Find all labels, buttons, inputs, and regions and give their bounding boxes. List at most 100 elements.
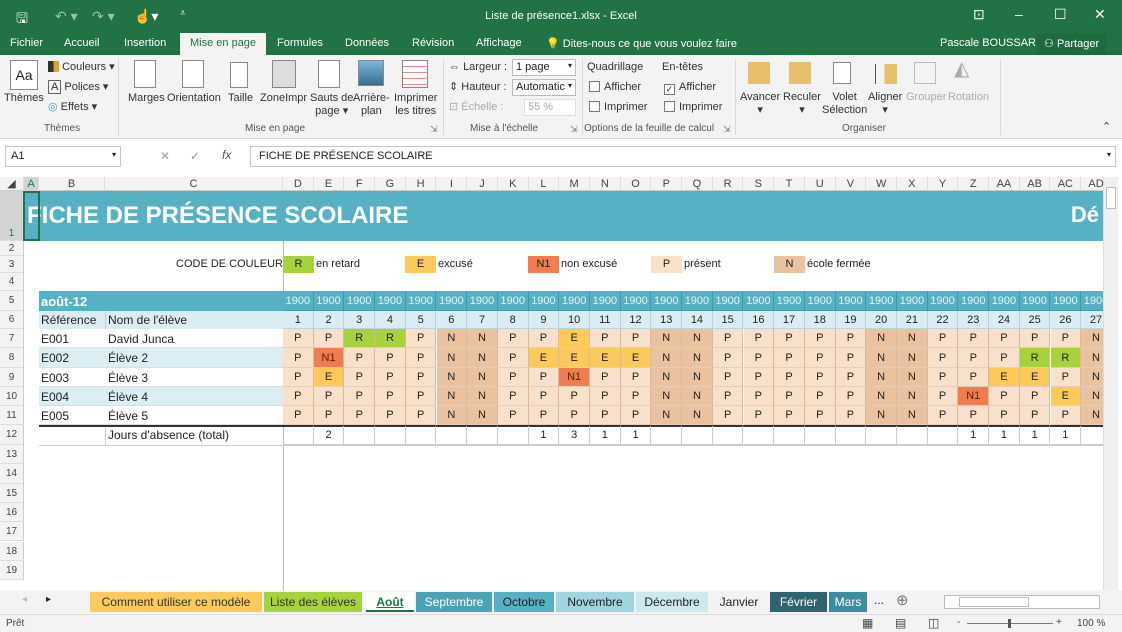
column-header-Y[interactable]: Y — [928, 177, 959, 191]
zoom-slider-thumb[interactable] — [1008, 619, 1011, 628]
page-break-preview-icon[interactable]: ◫ — [928, 616, 939, 630]
attendance-cell[interactable]: P — [620, 329, 652, 348]
attendance-cell[interactable]: N — [467, 387, 498, 406]
attendance-cell[interactable]: P — [927, 348, 959, 368]
selection-pane-button[interactable]: Volet Sélection — [822, 91, 867, 117]
column-header-U[interactable]: U — [805, 177, 836, 191]
attendance-cell[interactable]: P — [620, 387, 652, 406]
column-header-L[interactable]: L — [529, 177, 560, 191]
attendance-cell[interactable]: N — [651, 368, 683, 387]
column-header-A[interactable]: A — [24, 177, 39, 191]
orientation-button[interactable]: Orientation — [167, 92, 221, 105]
column-header-C[interactable]: C — [105, 177, 283, 191]
attendance-cell[interactable]: P — [835, 387, 867, 406]
attendance-cell[interactable]: P — [743, 387, 775, 406]
attendance-cell[interactable]: P — [804, 368, 836, 387]
normal-view-icon[interactable]: ▦ — [862, 616, 873, 630]
attendance-cell[interactable]: N — [682, 348, 713, 368]
attendance-cell[interactable]: P — [405, 329, 437, 348]
cancel-icon[interactable]: ✕ — [160, 149, 170, 163]
group-button[interactable]: Grouper — [906, 91, 946, 104]
row-header-4[interactable]: 4 — [0, 273, 24, 291]
column-header-AB[interactable]: AB — [1020, 177, 1051, 191]
attendance-cell[interactable]: P — [528, 368, 560, 387]
row-header-8[interactable]: 8 — [0, 348, 24, 368]
attendance-cell[interactable]: P — [1019, 406, 1051, 425]
column-header-Q[interactable]: Q — [682, 177, 713, 191]
column-header-AA[interactable]: AA — [989, 177, 1020, 191]
attendance-cell[interactable]: P — [989, 387, 1020, 406]
attendance-cell[interactable]: E — [1050, 387, 1082, 406]
attendance-cell[interactable]: P — [283, 329, 314, 348]
column-header-D[interactable]: D — [283, 177, 314, 191]
column-header-J[interactable]: J — [467, 177, 498, 191]
column-header-F[interactable]: F — [344, 177, 376, 191]
row-header-2[interactable]: 2 — [0, 241, 24, 256]
sheet-tab-4[interactable]: Septembre — [416, 592, 492, 612]
attendance-cell[interactable]: P — [497, 348, 529, 368]
attendance-cell[interactable]: P — [927, 368, 959, 387]
attendance-cell[interactable]: E — [313, 368, 345, 387]
row-header-12[interactable]: 12 — [0, 425, 24, 445]
colors-button[interactable]: Couleurs ▾ — [48, 61, 115, 74]
attendance-cell[interactable]: P — [283, 406, 314, 425]
attendance-cell[interactable]: P — [405, 406, 437, 425]
bring-forward-button[interactable]: Avancer ▾ — [740, 91, 780, 117]
attendance-cell[interactable]: N — [1081, 348, 1103, 368]
column-header-Z[interactable]: Z — [958, 177, 990, 191]
send-backward-button[interactable]: Reculer ▾ — [783, 91, 821, 117]
print-area-button[interactable]: ZoneImpr — [260, 92, 307, 105]
attendance-cell[interactable]: P — [559, 406, 590, 425]
attendance-cell[interactable]: P — [283, 387, 314, 406]
tell-me-search[interactable]: 💡 Dites-nous ce que vous voulez faire — [546, 37, 737, 50]
attendance-cell[interactable]: N1 — [313, 348, 345, 368]
attendance-cell[interactable]: P — [590, 387, 621, 406]
attendance-cell[interactable]: P — [927, 406, 959, 425]
attendance-cell[interactable]: P — [774, 348, 805, 368]
attendance-cell[interactable]: P — [958, 406, 990, 425]
attendance-cell[interactable]: P — [1050, 406, 1082, 425]
tab-révision[interactable]: Révision — [412, 37, 454, 49]
column-header-T[interactable]: T — [774, 177, 805, 191]
attendance-cell[interactable]: P — [927, 329, 959, 348]
attendance-cell[interactable]: N — [1081, 387, 1103, 406]
row-header-17[interactable]: 17 — [0, 522, 24, 542]
attendance-cell[interactable]: P — [989, 329, 1020, 348]
attendance-cell[interactable]: N — [651, 348, 683, 368]
attendance-cell[interactable]: E — [559, 348, 590, 368]
attendance-cell[interactable]: P — [774, 368, 805, 387]
attendance-cell[interactable]: P — [405, 387, 437, 406]
formula-input[interactable]: FICHE DE PRÉSENCE SCOLAIRE ▾ — [250, 146, 1116, 167]
attendance-cell[interactable]: P — [743, 406, 775, 425]
align-button[interactable]: Aligner ▾ — [868, 91, 902, 117]
column-header-S[interactable]: S — [744, 177, 775, 191]
attendance-cell[interactable]: P — [804, 348, 836, 368]
column-header-B[interactable]: B — [39, 177, 105, 191]
row-header-13[interactable]: 13 — [0, 445, 24, 465]
row-header-16[interactable]: 16 — [0, 502, 24, 523]
row-header-15[interactable]: 15 — [0, 483, 24, 503]
name-box[interactable]: A1 ▾ — [5, 146, 121, 167]
row-header-9[interactable]: 9 — [0, 368, 24, 387]
column-header-R[interactable]: R — [713, 177, 744, 191]
sheet-tab-5[interactable]: Octobre — [494, 592, 554, 612]
gridlines-view-checkbox[interactable]: Afficher — [589, 81, 641, 94]
select-all-corner[interactable]: ◢ — [0, 177, 24, 191]
active-cell-a1[interactable] — [23, 191, 40, 241]
attendance-cell[interactable]: E — [620, 348, 652, 368]
attendance-cell[interactable]: N — [651, 387, 683, 406]
headings-print-checkbox[interactable]: Imprimer — [664, 101, 722, 114]
attendance-cell[interactable]: N1 — [958, 387, 990, 406]
attendance-cell[interactable]: N — [467, 329, 498, 348]
attendance-cell[interactable]: N — [897, 329, 928, 348]
page-layout-icon[interactable]: ▤ — [895, 616, 906, 630]
sheet-tab-2[interactable]: Liste des élèves — [264, 592, 362, 612]
row-header-1[interactable]: 1 — [0, 191, 24, 241]
attendance-cell[interactable]: N — [682, 368, 713, 387]
column-header-W[interactable]: W — [866, 177, 897, 191]
attendance-cell[interactable]: P — [590, 406, 621, 425]
tab-affichage[interactable]: Affichage — [476, 37, 522, 49]
row-header-19[interactable]: 19 — [0, 560, 24, 581]
attendance-cell[interactable]: N — [682, 406, 713, 425]
attendance-cell[interactable]: N — [897, 368, 928, 387]
